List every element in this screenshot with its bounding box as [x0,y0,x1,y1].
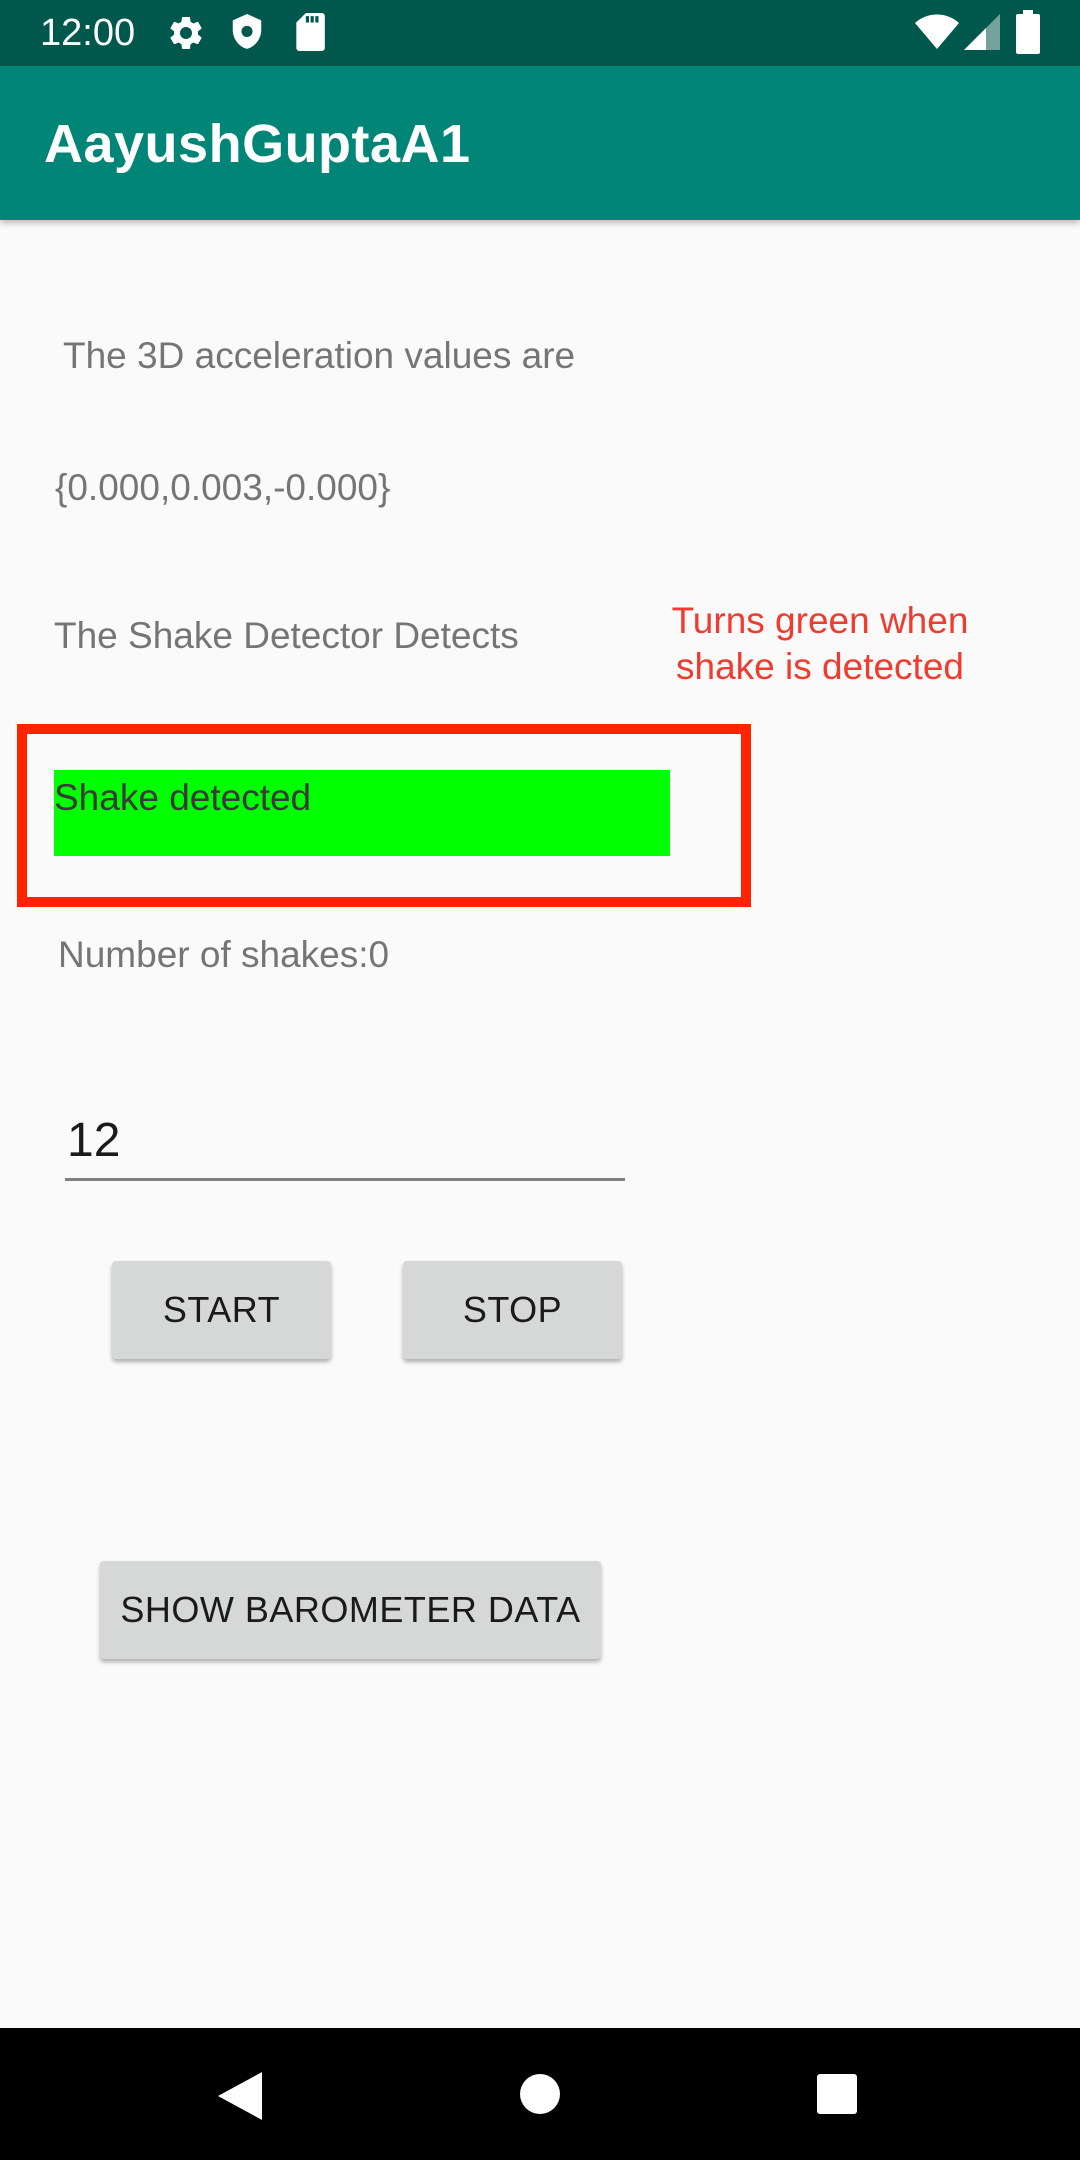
battery-icon [1016,10,1040,54]
app-screen: 12:00 AayushGuptaA1 The 3D acceleration … [0,0,1080,2160]
recents-icon[interactable] [817,2074,857,2114]
show-barometer-button[interactable]: SHOW BAROMETER DATA [100,1561,601,1659]
back-icon[interactable] [218,2072,262,2120]
acceleration-values: {0.000,0.003,-0.000} [55,467,391,508]
status-time: 12:00 [40,12,136,54]
acceleration-heading: The 3D acceleration values are [63,335,576,376]
shield-icon [232,14,262,49]
annotation-line-2: shake is detected [676,646,964,687]
stop-button[interactable]: STOP [403,1261,622,1359]
annotation-line-1: Turns green when [671,600,969,641]
gear-icon [170,16,202,49]
threshold-input[interactable] [65,1102,625,1181]
shake-count: Number of shakes:0 [58,934,390,975]
navigation-bar [0,2028,1080,2160]
sd-card-icon [296,13,325,51]
app-bar: AayushGuptaA1 [0,66,1080,220]
status-bar: 12:00 [0,0,1080,66]
signal-icon [964,14,1000,50]
start-button[interactable]: START [112,1261,331,1359]
annotation-note: Turns green when shake is detected [630,598,1010,690]
home-icon[interactable] [520,2074,560,2114]
shake-status-indicator: Shake detected [54,770,670,856]
wifi-icon [915,14,959,49]
shake-detector-heading: The Shake Detector Detects [54,615,519,656]
app-title: AayushGuptaA1 [44,114,471,174]
shake-status-label: Shake detected [54,777,312,818]
